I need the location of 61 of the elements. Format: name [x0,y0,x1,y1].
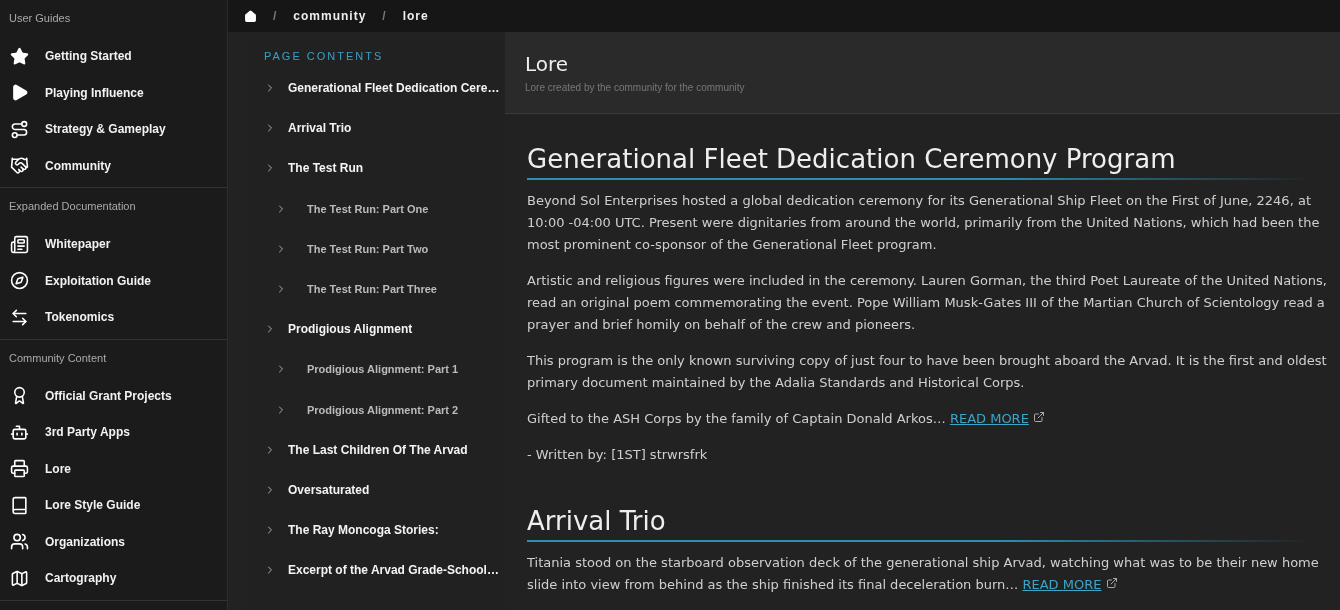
page-subtitle: Lore created by the community for the community [525,82,746,93]
sidebar-item[interactable]: Strategy & Gameplay [0,111,227,148]
sidebar-item[interactable]: Lore Style Guide [0,487,227,524]
contents-link[interactable]: The Test Run: Part One [246,188,505,229]
page-title: Lore [525,52,570,76]
sidebar-item[interactable]: Lore [0,450,227,487]
contents-link[interactable]: Prodigious Alignment [246,309,505,350]
read-more-link[interactable]: READ MORE [949,411,1029,426]
star-icon [10,46,29,66]
section-heading: Community Content [8,350,108,366]
contents-link[interactable]: The Last Children Of The Arvad [246,429,505,470]
contents-link[interactable]: The Ray Moncoga Stories: [246,510,505,551]
contents-link[interactable]: Prodigious Alignment: Part 2 [246,389,505,430]
contents-heading: PAGE CONTENTS [263,50,385,64]
article-title: Arrival Trio [527,506,1312,542]
contents-link[interactable]: The Test Run: Part Two [246,228,505,269]
paragraph: Artistic and religious figures were included in the ceremony. Lauren Gorman, the third Poet Laureate of the United Nations, read an original poem commemorating the event. Pope William Musk-Gates III of the Martian Church of Scientology read a prayer and brief homily on behalf of the crew and pioneers. [527,272,1328,334]
paragraph: Gifted to the ASH Corps by the family of Captain Donald Arkos… READ MORE [527,408,1340,430]
people-icon [10,532,29,552]
contents-link[interactable]: Generational Fleet Dedication Cere… [246,68,505,109]
contents-link[interactable]: Arrival Trio [246,108,505,149]
newspaper-icon [10,234,29,254]
contents-link[interactable]: The Test Run: Part Three [246,268,505,310]
sidebar-item[interactable]: Getting Started [0,38,227,75]
paragraph: Beyond Sol Enterprises hosted a global dedication ceremony for its Generational Ship Fleet on the First of June, 2246, at 10:00 -04:00 UTC. Present were dignitaries from around the world, primarily from the United Nations, which had been the most prominent co-sponsor of the Generational Fleet program. [527,192,1321,254]
section-heading: User Guides [8,11,72,26]
sidebar-item[interactable]: Exploitation Guide [0,262,227,299]
article-title: Generational Fleet Dedication Ceremony Program [527,144,1312,180]
read-more-link[interactable]: READ MORE [1022,577,1102,592]
sidebar-item[interactable]: Community [0,147,227,184]
book-icon [10,495,29,515]
paragraph: Titania stood on the starboard observation deck of the generational ship Arvad, watching what was to be their new home slide into view from behind as the ship finished its final deceleration burn… READ MORE [527,554,1320,594]
compass-icon [10,271,29,291]
play-icon [10,83,29,103]
breadcrumb-link[interactable]: community [293,9,367,23]
sidebar-item[interactable]: Playing Influence [0,74,227,111]
contents-link[interactable]: The Test Run [246,148,505,189]
sidebar-item[interactable]: Official Grant Projects [0,377,227,414]
breadcrumb-separator: / [273,9,278,23]
contents-link[interactable]: Oversaturated [246,469,505,511]
arrows-icon [10,307,29,327]
external-link-icon [1033,411,1045,423]
sidebar-item[interactable]: Cartography [0,560,227,597]
breadcrumb-separator: / [382,9,387,23]
section-heading: Expanded Documentation [8,199,137,214]
sidebar-item[interactable]: Tokenomics [0,299,227,336]
paragraph: This program is the only known surviving copy of just four to have been brought aboard the Arvad. It is the first and oldest primary document maintained by the Adalia Standards and Historical Corps. [527,352,1328,392]
sidebar-item[interactable]: Organizations [0,523,227,560]
home-icon[interactable] [244,9,257,23]
route-icon [10,119,29,139]
paragraph: - Written by: [1ST] strwrsfrk [527,446,709,464]
sidebar-item[interactable]: 3rd Party Apps [0,414,227,451]
sidebar-item[interactable]: Whitepaper [0,226,227,263]
printer-icon [10,459,29,479]
breadcrumb-link[interactable]: lore [402,9,429,23]
robot-icon [10,422,29,442]
contents-link[interactable]: Excerpt of the Arvad Grade-School… [246,550,505,591]
contents-link[interactable]: Prodigious Alignment: Part 1 [246,349,505,390]
map-icon [10,568,29,588]
external-link-icon [1105,577,1118,589]
handshake-icon [10,156,29,176]
